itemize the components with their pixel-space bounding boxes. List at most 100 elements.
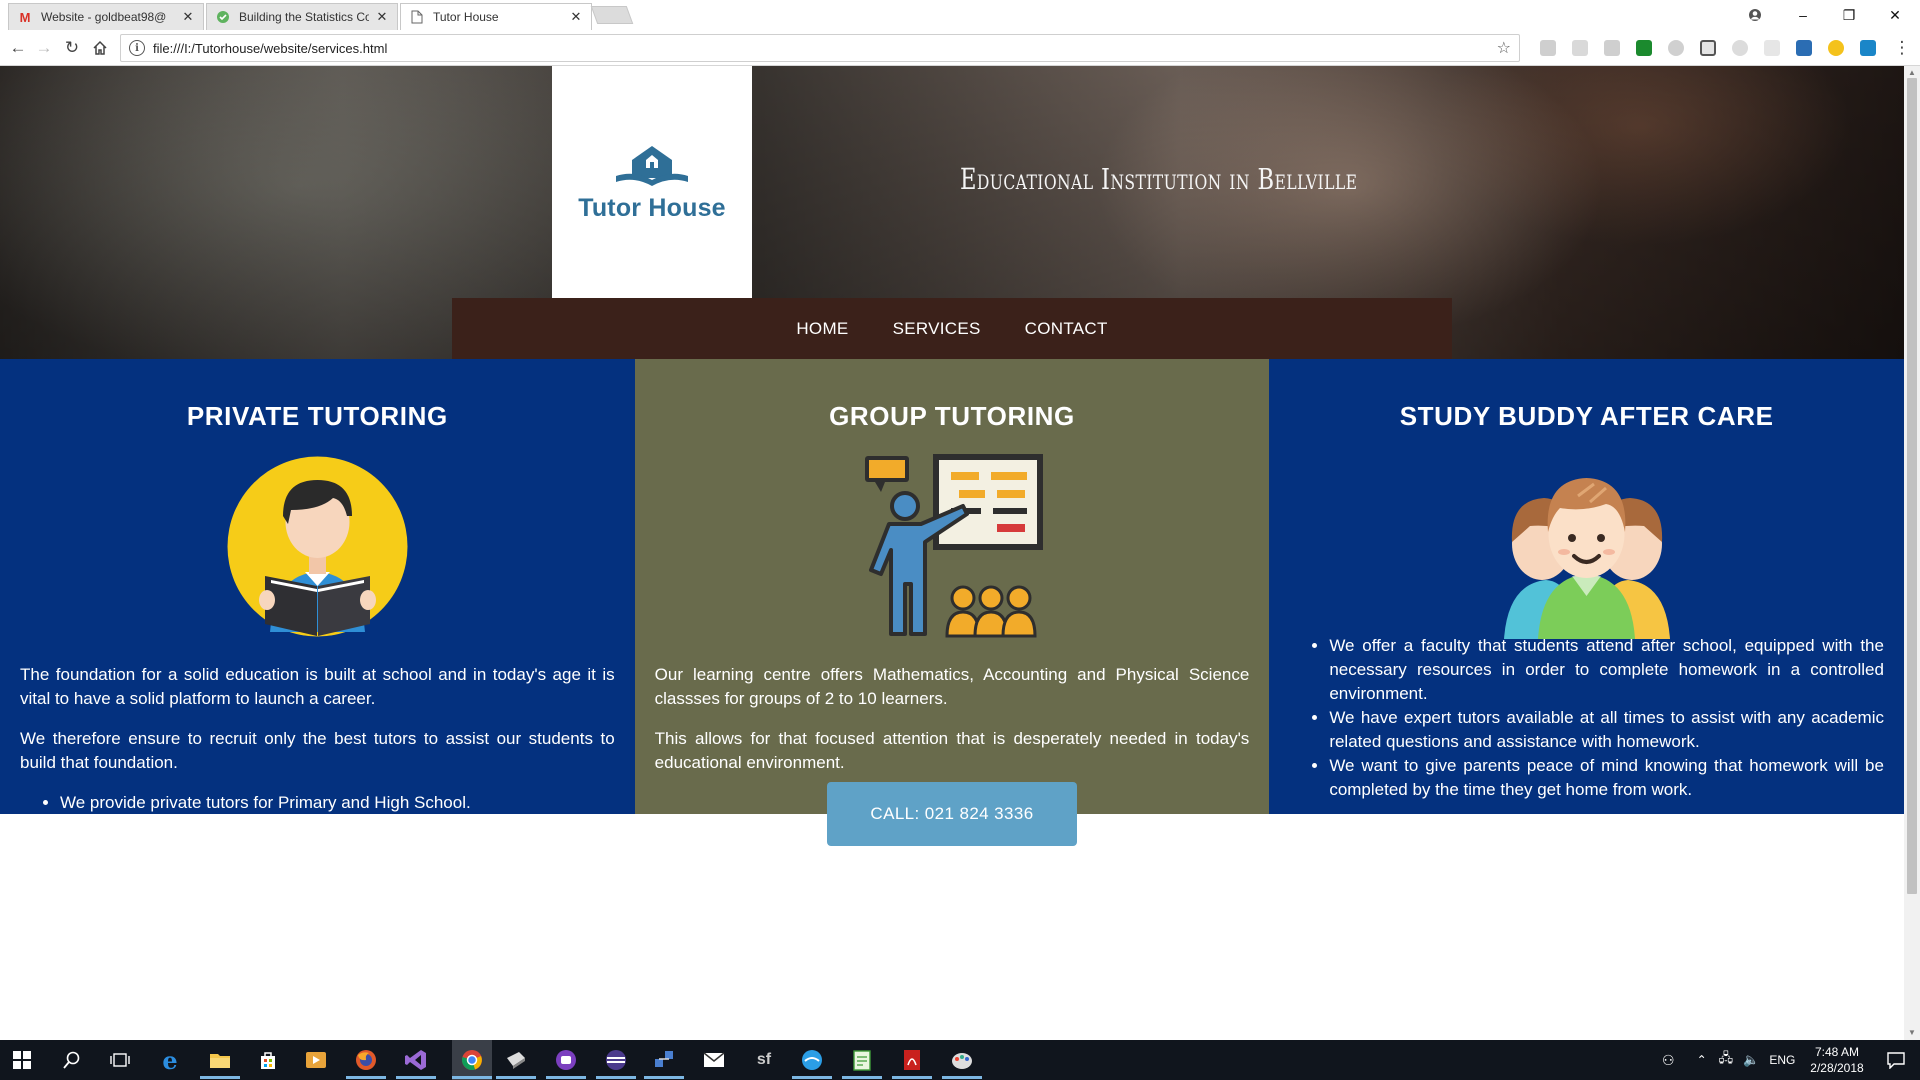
home-button[interactable] — [88, 36, 112, 60]
file-explorer-icon[interactable] — [208, 1048, 232, 1072]
window-close-button[interactable]: ✕ — [1872, 0, 1918, 30]
volume-icon[interactable]: 🔈 — [1743, 1052, 1759, 1068]
reload-button[interactable]: ↻ — [60, 36, 84, 60]
address-url: file:///I:/Tutorhouse/website/services.h… — [153, 40, 388, 56]
extension-icon[interactable] — [1540, 40, 1556, 56]
task-view-icon[interactable] — [108, 1048, 132, 1072]
service-bullet-list: We provide private tutors for Primary an… — [20, 791, 615, 887]
sun-extension-icon[interactable] — [1828, 40, 1844, 56]
tab-tutor-house[interactable]: Tutor House ✕ — [400, 3, 592, 30]
list-item: We offer a faculty that students attend … — [1329, 634, 1884, 706]
main-navigation: HOME SERVICES CONTACT — [452, 298, 1452, 359]
close-icon[interactable]: ✕ — [569, 9, 583, 25]
notification-center-icon[interactable] — [1884, 1048, 1908, 1072]
gmail-icon: M — [19, 9, 31, 25]
active-app-indicator — [942, 1076, 982, 1079]
css-extension-icon[interactable] — [1636, 40, 1652, 56]
list-item: We provide private tutors for Primary an… — [60, 791, 615, 815]
active-app-indicator — [546, 1076, 586, 1079]
tab-label: Tutor House — [433, 10, 499, 24]
list-item: We have expert tutors available at all t… — [1329, 706, 1884, 754]
edge-browser-icon[interactable]: e — [158, 1046, 182, 1075]
language-indicator[interactable]: ENG — [1769, 1053, 1795, 1067]
firefox-icon[interactable] — [354, 1048, 378, 1072]
browser-tab-bar: M Website - goldbeat98@ ✕ Building the S… — [0, 0, 1920, 30]
menu-icon[interactable]: ⋮ — [1890, 36, 1914, 60]
chevron-up-icon[interactable]: ⌃ — [1697, 1053, 1707, 1067]
search-icon[interactable] — [60, 1048, 84, 1072]
notepad-icon[interactable] — [850, 1048, 874, 1072]
page-scrollbar[interactable]: ▲ ▼ — [1904, 66, 1920, 1040]
new-tab-button[interactable] — [590, 6, 634, 24]
app-icon[interactable] — [554, 1048, 578, 1072]
active-app-indicator — [892, 1076, 932, 1079]
windows-start-icon[interactable] — [10, 1048, 34, 1072]
extension-icon[interactable] — [1572, 40, 1588, 56]
house-book-icon — [616, 145, 688, 186]
browser-toolbar: ← → ↻ i file:///I:/Tutorhouse/website/se… — [0, 30, 1920, 66]
tab-gmail[interactable]: M Website - goldbeat98@ ✕ — [8, 3, 204, 30]
media-player-icon[interactable] — [304, 1048, 328, 1072]
minimize-button[interactable]: – — [1780, 0, 1826, 30]
list-item: We want to give parents peace of mind kn… — [1329, 754, 1884, 802]
close-icon[interactable]: ✕ — [375, 9, 389, 25]
scroll-up-icon[interactable]: ▲ — [1908, 68, 1916, 77]
service-study-buddy: STUDY BUDDY AFTER CARE • We offer a facu… — [1269, 359, 1904, 814]
nav-home[interactable]: HOME — [796, 319, 848, 339]
bookmark-star-icon[interactable]: ☆ — [1497, 38, 1511, 58]
clock-date: 2/28/2018 — [1810, 1061, 1864, 1075]
address-bar[interactable]: i file:///I:/Tutorhouse/website/services… — [120, 34, 1520, 62]
extension-icon[interactable] — [1668, 40, 1684, 56]
tab-label: Building the Statistics Co — [239, 10, 369, 24]
extension-icon[interactable] — [1732, 40, 1748, 56]
restore-button[interactable]: ❐ — [1826, 0, 1872, 30]
extension-icon[interactable] — [1764, 40, 1780, 56]
system-clock[interactable]: 7:48 AM 2/28/2018 — [1802, 1044, 1872, 1076]
symfony-icon[interactable]: sf — [752, 1048, 776, 1072]
service-paragraph: Our learning centre offers Mathematics, … — [654, 665, 1250, 708]
web-page: Tutor House Educational Institution in B… — [0, 66, 1904, 1040]
extension-icon[interactable] — [1796, 40, 1812, 56]
paint-icon[interactable] — [950, 1048, 974, 1072]
active-app-indicator — [842, 1076, 882, 1079]
nav-services[interactable]: SERVICES — [893, 319, 981, 339]
forward-button[interactable]: → — [32, 36, 56, 60]
screenshot-extension-icon[interactable] — [1700, 40, 1716, 56]
close-icon[interactable]: ✕ — [181, 9, 195, 25]
call-button[interactable]: CALL: 021 824 3336 — [827, 782, 1077, 846]
site-icon — [215, 9, 231, 25]
eclipse-icon[interactable] — [604, 1048, 628, 1072]
extension-icon[interactable] — [1860, 40, 1876, 56]
network-icon[interactable]: 🖧 — [1719, 1049, 1734, 1071]
chrome-icon[interactable] — [452, 1040, 492, 1080]
student-reading-icon — [227, 456, 408, 637]
network-app-icon[interactable] — [652, 1048, 676, 1072]
app-icon[interactable] — [800, 1048, 824, 1072]
visual-studio-icon[interactable] — [404, 1048, 428, 1072]
service-title: GROUP TUTORING — [829, 401, 1075, 431]
children-group-icon — [1504, 478, 1671, 639]
tab-statistics[interactable]: Building the Statistics Co ✕ — [206, 3, 398, 30]
list-item: And offer additional assistance with a p… — [60, 839, 615, 887]
clock-time: 7:48 AM — [1814, 1045, 1860, 1059]
service-paragraph: This allows for that focused attention t… — [654, 729, 1250, 772]
mail-icon[interactable] — [702, 1048, 726, 1072]
scrollbar-thumb[interactable] — [1907, 78, 1917, 894]
site-tagline: Educational Institution in Bellville — [960, 162, 1358, 196]
pdf-reader-icon[interactable] — [900, 1048, 924, 1072]
extension-icon[interactable] — [1604, 40, 1620, 56]
info-icon[interactable]: i — [129, 40, 145, 56]
scroll-down-icon[interactable]: ▼ — [1908, 1028, 1916, 1037]
active-app-indicator — [792, 1076, 832, 1079]
nav-contact[interactable]: CONTACT — [1025, 319, 1108, 339]
people-icon[interactable]: ⚇ — [1662, 1052, 1675, 1069]
app-icon[interactable] — [504, 1048, 528, 1072]
site-logo[interactable]: Tutor House — [552, 66, 752, 298]
active-app-indicator — [452, 1076, 492, 1079]
back-button[interactable]: ← — [6, 36, 30, 60]
page-icon — [409, 9, 425, 25]
store-icon[interactable] — [256, 1048, 280, 1072]
profile-icon[interactable] — [1732, 0, 1778, 30]
active-app-indicator — [396, 1076, 436, 1079]
list-item: We cover all CAPS related subjects. — [60, 815, 615, 839]
